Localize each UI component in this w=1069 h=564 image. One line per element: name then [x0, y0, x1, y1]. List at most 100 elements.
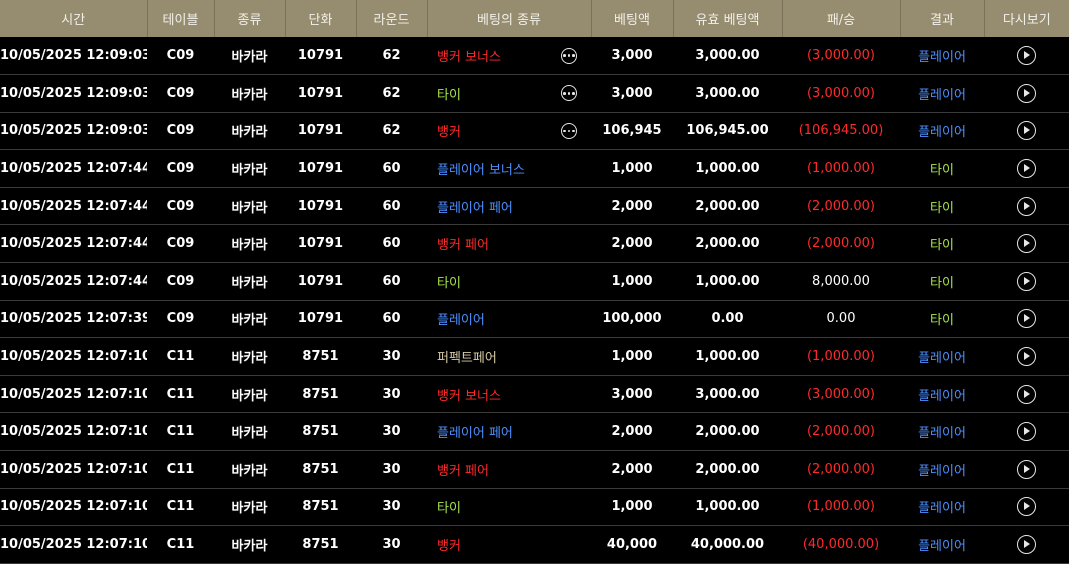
replay-play-icon[interactable] [1017, 196, 1036, 216]
replay-play-icon[interactable] [1017, 159, 1036, 179]
game-type: 바카라 [231, 463, 268, 479]
bet-type-cell: 타이 [427, 263, 591, 301]
bet-history-table: 시간 테이블 종류 단화 라운드 베팅의 종류 베팅액 유효 베팅액 패/승 결… [0, 0, 1069, 564]
game-type: 바카라 [231, 125, 268, 141]
replay-cell [984, 263, 1069, 301]
replay-play-icon[interactable] [1017, 271, 1036, 291]
bet-amount: 3,000 [611, 48, 653, 64]
win-loss-amount: (106,945.00) [798, 123, 884, 139]
bet-type-cell: 뱅커 [427, 526, 591, 564]
bet-amount: 3,000 [611, 386, 653, 402]
result-label: 타이 [930, 313, 954, 329]
bet-time: 10/05/2025 12:07:10 [0, 424, 147, 440]
bet-amount: 1,000 [611, 161, 653, 177]
bet-type-label: 뱅커 보너스 [437, 50, 501, 66]
result-label: 플레이어 [918, 501, 966, 517]
bet-type-label: 타이 [437, 501, 461, 517]
valid-bet-amount: 40,000.00 [690, 537, 765, 553]
game-type: 바카라 [231, 426, 268, 442]
round-number: 30 [382, 349, 401, 365]
win-loss-amount: (2,000.00) [806, 198, 876, 214]
header-table: 테이블 [147, 0, 215, 37]
round-number: 30 [382, 461, 401, 477]
bet-type-label: 타이 [437, 87, 461, 103]
table-id: C09 [166, 48, 195, 64]
game-type: 바카라 [231, 275, 268, 291]
game-type: 바카라 [231, 87, 268, 103]
bet-type-label: 플레이어 페어 [437, 426, 513, 442]
bet-time: 10/05/2025 12:07:10 [0, 461, 147, 477]
bet-type-label: 뱅커 페어 [437, 463, 489, 479]
more-options-icon[interactable] [561, 47, 577, 64]
bet-amount: 100,000 [602, 311, 662, 327]
header-result: 결과 [900, 0, 985, 37]
replay-cell [984, 526, 1069, 564]
win-loss-amount: 8,000.00 [812, 273, 870, 289]
replay-play-icon[interactable] [1017, 121, 1036, 141]
win-loss-amount: (2,000.00) [806, 424, 876, 440]
game-type: 바카라 [231, 539, 268, 555]
shoe-number: 10791 [297, 311, 344, 327]
table-id: C09 [166, 311, 195, 327]
shoe-number: 10791 [297, 48, 344, 64]
round-number: 62 [382, 123, 401, 139]
replay-play-icon[interactable] [1017, 535, 1036, 555]
more-options-icon[interactable] [561, 85, 577, 102]
replay-cell [984, 300, 1069, 338]
replay-play-icon[interactable] [1017, 384, 1036, 404]
replay-play-icon[interactable] [1017, 459, 1036, 479]
round-number: 30 [382, 499, 401, 515]
result-label: 타이 [930, 163, 954, 179]
header-shoe: 단화 [285, 0, 357, 37]
header-valid-bet: 유효 베팅액 [673, 0, 783, 37]
win-loss-amount: (2,000.00) [806, 461, 876, 477]
bet-history-panel: 시간 테이블 종류 단화 라운드 베팅의 종류 베팅액 유효 베팅액 패/승 결… [0, 0, 1069, 564]
more-options-icon[interactable] [561, 122, 577, 139]
valid-bet-amount: 1,000.00 [695, 349, 760, 365]
table-id: C09 [166, 273, 195, 289]
bet-type-label: 퍼펙트페어 [437, 351, 497, 367]
win-loss-amount: (1,000.00) [806, 161, 876, 177]
replay-play-icon[interactable] [1017, 497, 1036, 517]
replay-play-icon[interactable] [1017, 234, 1036, 254]
replay-play-icon[interactable] [1017, 422, 1036, 442]
game-type: 바카라 [231, 351, 268, 367]
bet-type-label: 플레이어 보너스 [437, 163, 525, 179]
replay-play-icon[interactable] [1017, 309, 1036, 329]
bet-amount: 2,000 [611, 461, 653, 477]
round-number: 60 [382, 311, 401, 327]
shoe-number: 10791 [297, 273, 344, 289]
valid-bet-amount: 0.00 [711, 311, 744, 327]
result-label: 플레이어 [918, 539, 966, 555]
replay-play-icon[interactable] [1017, 347, 1036, 367]
table-header-row: 시간 테이블 종류 단화 라운드 베팅의 종류 베팅액 유효 베팅액 패/승 결… [0, 0, 1069, 37]
shoe-number: 8751 [302, 424, 339, 440]
table-row: 10/05/2025 12:07:44 C09 바카라 10791 60 타이 1,000 1… [0, 263, 1069, 301]
replay-play-icon[interactable] [1017, 83, 1036, 103]
header-bet-amount: 베팅액 [591, 0, 674, 37]
replay-cell [984, 37, 1069, 75]
win-loss-amount: (3,000.00) [806, 85, 876, 101]
bet-type-cell: 뱅커 보너스 [427, 375, 591, 413]
result-label: 플레이어 [918, 426, 966, 442]
bet-type-label: 타이 [437, 275, 461, 291]
bet-type-cell: 뱅커 보너스 [427, 37, 591, 75]
replay-play-icon[interactable] [1017, 46, 1036, 66]
replay-cell [984, 150, 1069, 188]
valid-bet-amount: 2,000.00 [695, 424, 760, 440]
valid-bet-amount: 1,000.00 [695, 499, 760, 515]
result-label: 타이 [930, 238, 954, 254]
header-win-loss: 패/승 [782, 0, 901, 37]
bet-time: 10/05/2025 12:09:03 [0, 85, 147, 101]
bet-amount: 2,000 [611, 236, 653, 252]
bet-type-label: 뱅커 [437, 539, 461, 555]
replay-cell [984, 375, 1069, 413]
table-body: 10/05/2025 12:09:03 C09 바카라 10791 62 뱅커 보너스 3,… [0, 37, 1069, 564]
result-label: 플레이어 [918, 351, 966, 367]
win-loss-amount: 0.00 [826, 311, 856, 327]
replay-cell [984, 187, 1069, 225]
valid-bet-amount: 2,000.00 [695, 198, 760, 214]
table-id: C09 [166, 85, 195, 101]
round-number: 30 [382, 424, 401, 440]
shoe-number: 10791 [297, 236, 344, 252]
